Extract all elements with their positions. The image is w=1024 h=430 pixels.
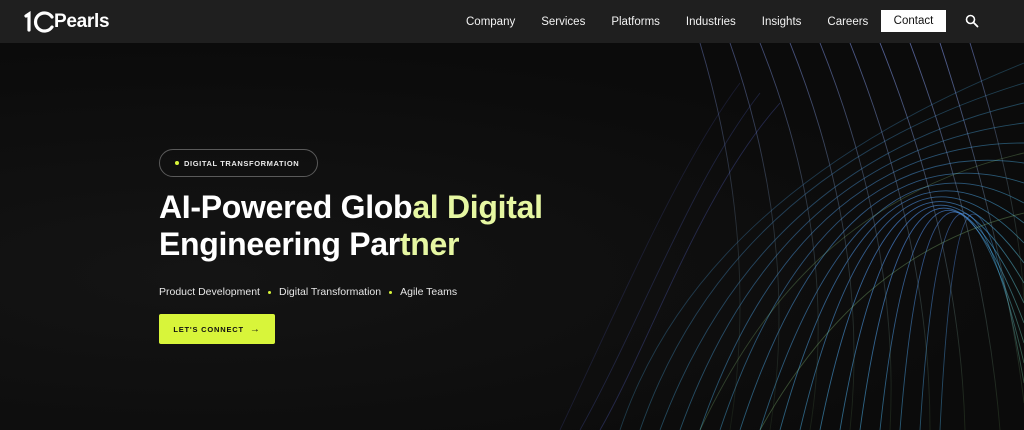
feature-item: Product Development [159,286,260,298]
category-badge: DIGITAL TRANSFORMATION [159,149,318,177]
headline-line-2-main: Engineering Par [159,226,400,262]
logo-icon [24,11,54,33]
headline-line-1: AI-Powered Global Digital [159,189,543,226]
headline-line-2: Engineering Partner [159,226,543,263]
separator-dot-icon [267,290,271,294]
hero-section: DIGITAL TRANSFORMATION AI-Powered Global… [0,43,1024,430]
feature-list: Product Development Digital Transformati… [159,286,457,298]
contact-button[interactable]: Contact [881,10,946,32]
logo-text: Pearls [54,11,110,32]
badge-label: DIGITAL TRANSFORMATION [184,158,300,168]
top-navigation-bar: Pearls Company Services Platforms Indust… [0,0,1024,43]
feature-item: Agile Teams [400,286,458,298]
nav-item-platforms[interactable]: Platforms [611,16,660,28]
separator-dot-icon [389,290,393,294]
main-menu: Company Services Platforms Industries In… [466,0,868,43]
headline-line-2-accent: tner [399,226,460,262]
headline-line-1-accent: al Digital [412,189,543,225]
nav-item-industries[interactable]: Industries [686,16,736,28]
lets-connect-button[interactable]: LET'S CONNECT → [159,314,275,344]
badge-dot-icon [175,161,179,165]
arrow-right-icon: → [249,323,261,335]
brand-logo[interactable]: Pearls [22,10,110,34]
hero-headline: AI-Powered Global Digital Engineering Pa… [159,189,543,263]
feature-item: Digital Transformation [278,286,382,298]
nav-item-insights[interactable]: Insights [762,16,802,28]
cta-label: LET'S CONNECT [173,324,244,334]
nav-item-services[interactable]: Services [541,16,585,28]
headline-line-1-main: AI-Powered Glob [159,189,413,225]
nav-item-careers[interactable]: Careers [827,16,868,28]
nav-item-company[interactable]: Company [466,16,515,28]
search-icon[interactable] [965,14,979,28]
